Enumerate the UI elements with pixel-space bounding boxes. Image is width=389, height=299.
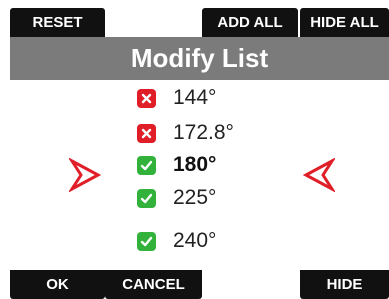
ok-button[interactable]: OK [10, 270, 105, 299]
cancel-button[interactable]: CANCEL [105, 270, 202, 299]
list-item-label: 172.8° [173, 121, 234, 144]
hide-all-button[interactable]: HIDE ALL [300, 8, 389, 37]
list-item[interactable]: 240° [137, 226, 216, 256]
list-item[interactable]: 180° [137, 150, 216, 180]
empty-tab-slot [105, 8, 202, 37]
list-item-label: 180° [173, 153, 217, 176]
check-icon[interactable] [137, 188, 156, 208]
chevron-right-outline-icon[interactable] [69, 158, 101, 192]
list-item[interactable]: 172.8° [137, 118, 234, 148]
list-item-label: 240° [173, 229, 217, 252]
list-item-label: 144° [173, 86, 217, 109]
reset-button[interactable]: RESET [10, 8, 105, 37]
hide-button[interactable]: HIDE [300, 270, 389, 299]
page-title: Modify List [10, 37, 389, 80]
chevron-left-outline-icon[interactable] [303, 158, 335, 192]
x-icon[interactable] [137, 123, 156, 143]
list-item[interactable]: 225° [137, 183, 216, 213]
check-icon[interactable] [137, 155, 156, 175]
list-item[interactable]: 144° [137, 83, 216, 113]
modify-list-screen: RESET ADD ALL HIDE ALL Modify List 144° 1… [0, 0, 389, 299]
list-item-label: 225° [173, 186, 217, 209]
x-icon[interactable] [137, 88, 156, 108]
check-icon[interactable] [137, 231, 156, 251]
add-all-button[interactable]: ADD ALL [202, 8, 298, 37]
